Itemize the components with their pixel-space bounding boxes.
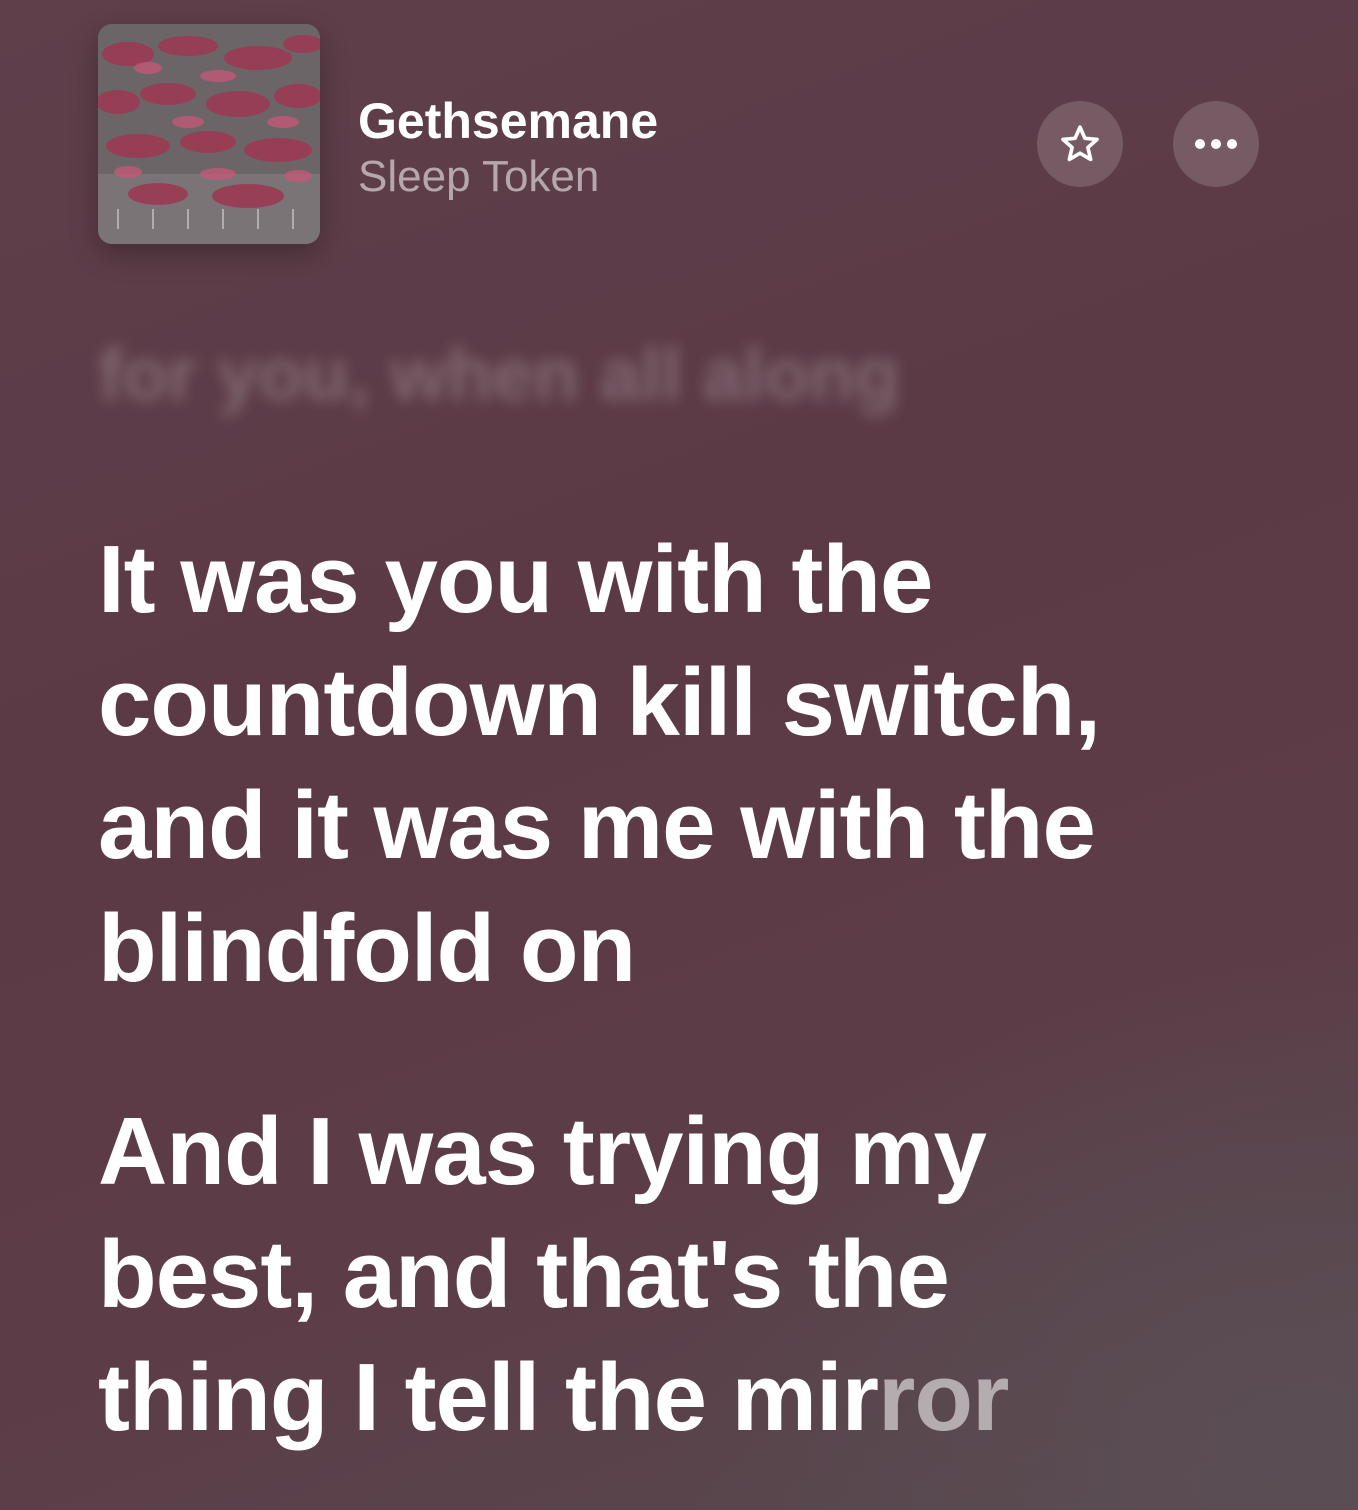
- lyric-line-in-progress: thing I tell the mirror: [98, 1336, 1258, 1459]
- previous-lyric-line[interactable]: for you, when all along: [98, 332, 900, 417]
- album-artwork-image: [98, 24, 320, 244]
- track-title[interactable]: Gethsemane: [358, 92, 658, 150]
- star-icon: [1061, 125, 1099, 162]
- more-options-button[interactable]: [1173, 101, 1259, 187]
- album-artwork[interactable]: [98, 24, 320, 244]
- track-artist[interactable]: Sleep Token: [358, 152, 599, 202]
- lyric-line: It was you with the: [98, 526, 933, 633]
- lyric-line: blindfold on: [98, 895, 636, 1002]
- current-lyric[interactable]: It was you with the countdown kill switc…: [98, 518, 1258, 1010]
- lyric-line: best, and that's the: [98, 1221, 950, 1328]
- unsung-lyric-text: ror: [878, 1344, 1009, 1451]
- next-lyric[interactable]: And I was trying my best, and that's the…: [98, 1090, 1258, 1459]
- sung-lyric-text: thing I tell the mir: [98, 1344, 879, 1451]
- lyric-line: countdown kill switch,: [98, 649, 1101, 756]
- lyric-line: And I was trying my: [98, 1098, 987, 1205]
- favorite-button[interactable]: [1037, 101, 1123, 187]
- ellipsis-icon: [1195, 139, 1237, 149]
- lyric-line: and it was me with the: [98, 772, 1096, 879]
